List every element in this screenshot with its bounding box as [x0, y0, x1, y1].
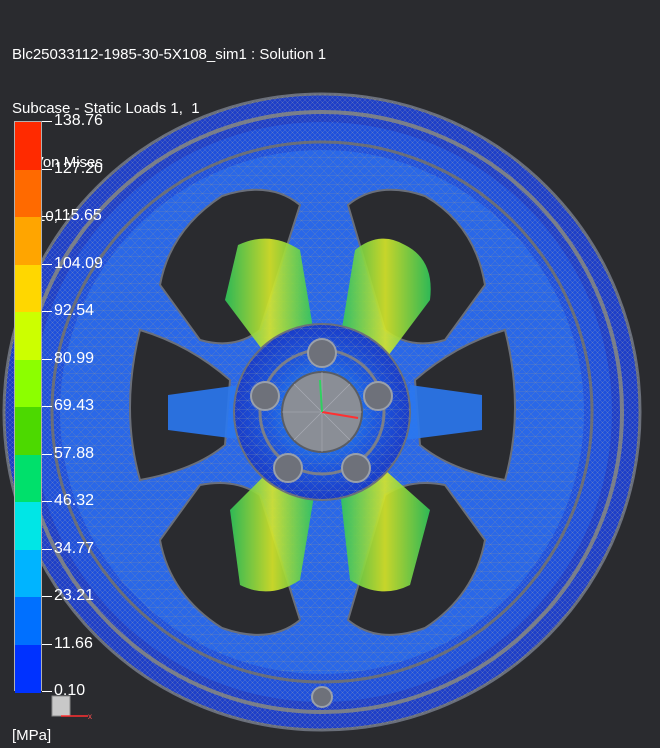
legend-segment — [15, 217, 41, 265]
legend-label: 104.09 — [54, 254, 103, 272]
legend-segment — [15, 122, 41, 170]
legend-segment — [15, 454, 41, 503]
legend-unit: [MPa] — [12, 727, 52, 744]
legend-segment — [15, 407, 41, 455]
legend-label: 92.54 — [54, 302, 95, 319]
legend-tick — [42, 501, 52, 502]
legend-segment — [15, 264, 41, 313]
legend-label: 57.88 — [54, 444, 95, 462]
legend-segment — [15, 549, 41, 598]
triad-cube-icon — [51, 695, 71, 717]
legend-label: 69.43 — [54, 397, 95, 414]
legend-tick — [42, 643, 52, 645]
legend-tick — [42, 406, 52, 407]
legend-label: 138.76 — [54, 112, 103, 129]
legend-label: 23.21 — [54, 587, 95, 604]
legend-label: 34.77 — [54, 539, 95, 557]
legend-label: 46.32 — [54, 492, 95, 509]
legend-tick — [42, 216, 52, 217]
legend-tick — [42, 453, 52, 455]
legend-segment — [15, 644, 41, 693]
legend-segment — [15, 169, 41, 218]
legend-tick — [42, 121, 52, 122]
legend-label: 80.99 — [54, 349, 95, 367]
legend-label: 11.66 — [54, 634, 93, 652]
legend-tick — [42, 311, 52, 312]
legend-segment — [15, 597, 41, 645]
legend-tick — [42, 263, 52, 265]
legend-color-bar — [14, 121, 42, 693]
wheel-model — [2, 92, 642, 732]
legend-tick — [42, 548, 52, 550]
legend-label: 127.20 — [54, 159, 103, 177]
legend-segment — [15, 312, 41, 360]
triad-x-label: x — [88, 712, 92, 721]
legend-tick — [42, 691, 52, 692]
legend-segment — [15, 502, 41, 550]
legend-segment — [15, 359, 41, 408]
legend-tick — [42, 358, 52, 360]
legend-tick — [42, 168, 52, 170]
legend-tick — [42, 596, 52, 597]
legend-label: 115.65 — [54, 207, 102, 224]
view-triad[interactable]: x — [48, 694, 98, 722]
